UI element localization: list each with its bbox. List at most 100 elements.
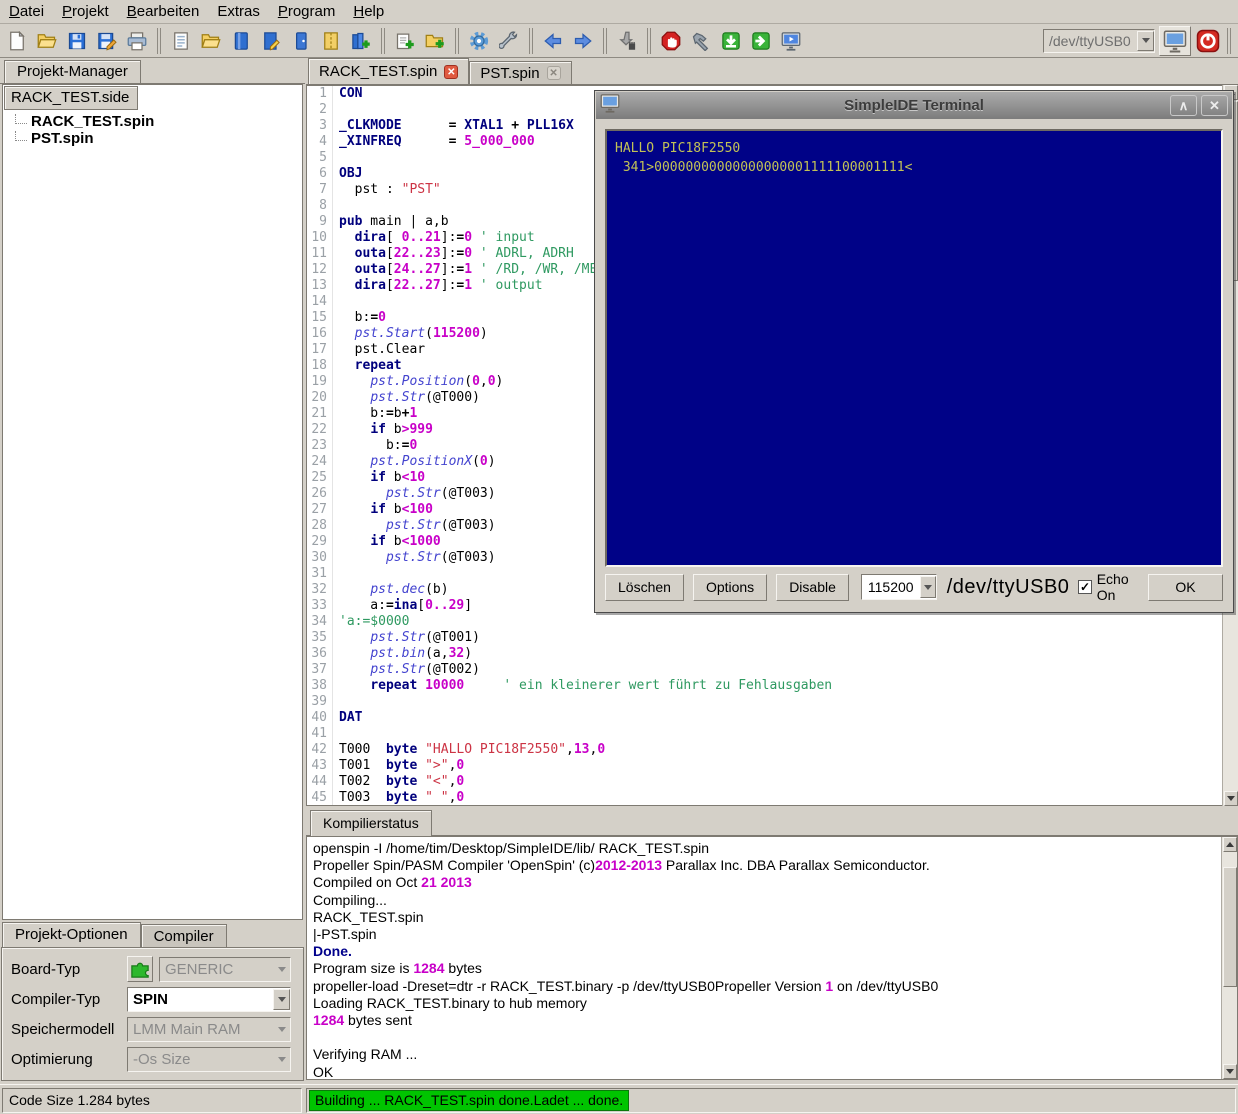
baud-rate-value: 115200 <box>868 579 914 595</box>
reset-port-button[interactable] <box>1194 27 1222 55</box>
tree-item-pst-spin[interactable]: PST.spin <box>9 130 298 147</box>
output-scrollbar[interactable] <box>1221 837 1237 1079</box>
project-file-header[interactable]: RACK_TEST.side <box>4 86 138 110</box>
back-arrow-button[interactable] <box>539 27 567 55</box>
combo-dropdown-arrow[interactable] <box>273 1049 290 1070</box>
add-tab-icon <box>395 31 415 51</box>
terminal-window: SimpleIDE Terminal ∧ ✕ HALLO PIC18F2550 … <box>594 90 1234 613</box>
menu-item-extras[interactable]: Extras <box>208 1 269 22</box>
load-ram-button[interactable] <box>717 27 745 55</box>
edit-project-button[interactable] <box>257 27 285 55</box>
code-line: 45T003 byte " ",0 <box>307 790 1237 806</box>
open-project-icon <box>201 31 221 51</box>
project-manager-tab[interactable]: Projekt-Manager <box>4 60 141 84</box>
serial-port-dropdown-arrow[interactable] <box>1137 31 1154 51</box>
zip-project-button[interactable] <box>317 27 345 55</box>
ok-button[interactable]: OK <box>1148 574 1223 601</box>
editor-tab-bar: RACK_TEST.spin✕PST.spin✕ <box>306 58 1238 85</box>
code-text: T002 byte "<",0 <box>333 774 464 790</box>
editor-tab-pst-spin[interactable]: PST.spin✕ <box>469 61 571 84</box>
new-project-button[interactable] <box>167 27 195 55</box>
line-number: 27 <box>307 502 333 518</box>
save-as-file-button[interactable] <box>93 27 121 55</box>
scroll-up-arrow[interactable] <box>1223 837 1237 852</box>
menu-item-datei[interactable]: Datei <box>0 1 53 22</box>
open-project-button[interactable] <box>197 27 225 55</box>
output-line: propeller-load -Dreset=dtr -r RACK_TEST.… <box>313 978 1237 995</box>
edit-project-icon <box>261 31 281 51</box>
compile-status-tab[interactable]: Kompilierstatus <box>310 810 432 836</box>
compiler-typ-combo[interactable]: SPIN <box>127 987 291 1012</box>
menu-item-program[interactable]: Program <box>269 1 345 22</box>
code-text: if b<1000 <box>333 534 441 550</box>
tab-close-icon[interactable]: ✕ <box>444 65 458 79</box>
options-button[interactable]: Options <box>693 574 767 601</box>
save-file-button[interactable] <box>63 27 91 55</box>
combo-dropdown-arrow[interactable] <box>273 959 290 980</box>
line-number: 30 <box>307 550 333 566</box>
code-text: b:=0 <box>333 438 417 454</box>
board-typ-combo[interactable]: GENERIC <box>159 957 291 982</box>
serial-port-combo[interactable]: /dev/ttyUSB0 <box>1043 29 1155 53</box>
code-text: if b<100 <box>333 502 433 518</box>
build-hammer-button[interactable] <box>687 27 715 55</box>
optimierung-combo[interactable]: -Os Size <box>127 1047 291 1072</box>
editor-tab-rack-test-spin[interactable]: RACK_TEST.spin✕ <box>308 58 469 84</box>
program-eeprom-button[interactable] <box>613 27 641 55</box>
combo-dropdown-arrow[interactable] <box>273 989 290 1010</box>
tab-projekt-optionen[interactable]: Projekt-Optionen <box>2 922 141 947</box>
line-number: 43 <box>307 758 333 774</box>
scrollbar-thumb[interactable] <box>1223 867 1237 987</box>
terminal-console[interactable]: HALLO PIC18F2550 341>0000000000000000000… <box>605 129 1223 567</box>
project-options-box: Board-TypGENERICCompiler-TypSPINSpeicher… <box>1 947 304 1081</box>
add-tab-button[interactable] <box>391 27 419 55</box>
forward-arrow-button[interactable] <box>569 27 597 55</box>
stop-build-button[interactable] <box>657 27 685 55</box>
minimize-button[interactable]: ∧ <box>1170 95 1197 116</box>
line-number: 12 <box>307 262 333 278</box>
scroll-down-arrow[interactable] <box>1224 791 1238 806</box>
menu-item-bearbeiten[interactable]: Bearbeiten <box>118 1 209 22</box>
baud-rate-combo[interactable]: 115200 <box>861 574 937 600</box>
tab-compiler[interactable]: Compiler <box>141 924 227 947</box>
run-program-button[interactable] <box>747 27 775 55</box>
speichermodell-combo[interactable]: LMM Main RAM <box>127 1017 291 1042</box>
board-type-button[interactable] <box>127 956 153 982</box>
close-button[interactable]: ✕ <box>1201 95 1228 116</box>
add-library-button[interactable] <box>347 27 375 55</box>
hardware-wrench-icon <box>499 31 519 51</box>
save-project-button[interactable] <box>227 27 255 55</box>
serial-console-button[interactable] <box>1159 26 1191 56</box>
line-number: 18 <box>307 358 333 374</box>
menu-item-projekt[interactable]: Projekt <box>53 1 118 22</box>
code-text: pst.PositionX(0) <box>333 454 496 470</box>
line-number: 24 <box>307 454 333 470</box>
close-project-button[interactable] <box>287 27 315 55</box>
tab-close-icon[interactable]: ✕ <box>547 66 561 80</box>
code-text: pst.Str(@T000) <box>333 390 480 406</box>
terminal-title-bar[interactable]: SimpleIDE Terminal ∧ ✕ <box>596 92 1232 119</box>
menu-item-help[interactable]: Help <box>344 1 393 22</box>
settings-gear-icon <box>469 31 489 51</box>
line-number: 38 <box>307 678 333 694</box>
baud-dropdown-arrow[interactable] <box>920 576 936 598</box>
run-terminal-button[interactable] <box>777 27 805 55</box>
open-file-button[interactable] <box>33 27 61 55</box>
hardware-wrench-button[interactable] <box>495 27 523 55</box>
scroll-down-arrow[interactable] <box>1223 1064 1237 1079</box>
settings-gear-button[interactable] <box>465 27 493 55</box>
echo-checkbox[interactable]: ✓ <box>1078 580 1091 594</box>
disable-button[interactable]: Disable <box>776 574 849 601</box>
new-file-button[interactable] <box>3 27 31 55</box>
line-number: 45 <box>307 790 333 806</box>
code-text <box>333 566 339 582</box>
line-number: 41 <box>307 726 333 742</box>
tree-item-rack-test-spin[interactable]: RACK_TEST.spin <box>9 113 298 130</box>
print-button[interactable] <box>123 27 151 55</box>
add-folder-button[interactable] <box>421 27 449 55</box>
code-text: dira[ 0..21]:=0 ' input <box>333 230 535 246</box>
combo-dropdown-arrow[interactable] <box>273 1019 290 1040</box>
clear-button[interactable]: Löschen <box>605 574 684 601</box>
code-text <box>333 726 339 742</box>
line-number: 22 <box>307 422 333 438</box>
